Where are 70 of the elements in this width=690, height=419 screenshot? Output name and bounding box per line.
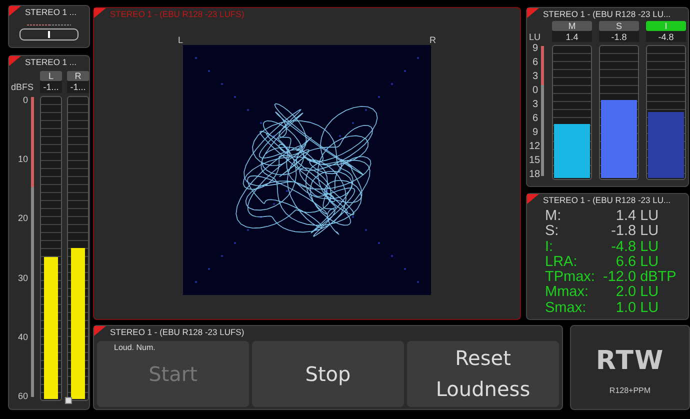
value-unit: LU (640, 209, 660, 224)
scale-label: 20 (16, 213, 28, 224)
meter-reading: -1... (67, 81, 89, 93)
mode-indicator: S (599, 21, 639, 31)
section-label: Loud. Num. (114, 343, 156, 352)
corner-flag-icon (94, 8, 106, 18)
scale-label: 18 (529, 170, 538, 180)
scale-label: 0 (22, 95, 28, 105)
value-label: S: (545, 224, 560, 240)
scale-label: 12 (529, 142, 538, 152)
meter-reading: 1.4 (552, 31, 592, 42)
channel-label: R (67, 71, 89, 81)
mode-indicator: I (646, 21, 686, 31)
panel-title: STEREO 1 - (EBU R128 -23 LUFS) (110, 8, 244, 19)
value-number: 2.0 (614, 285, 638, 301)
value-number: 6.6 (614, 254, 638, 270)
scale-label: 3 (531, 72, 538, 82)
value-unit: LU (640, 224, 660, 240)
corner-flag-icon (94, 326, 106, 336)
square-indicator-icon (65, 397, 72, 404)
value-number: -4.8 (610, 240, 638, 255)
channel-label: L (178, 35, 184, 45)
scale-label: 6 (531, 58, 538, 68)
value-label: TPmax: (545, 270, 596, 286)
control-button[interactable]: Stop (252, 341, 404, 407)
unit-label: LU (529, 31, 542, 42)
value-number: 1.4 (614, 209, 638, 224)
value-number: 1.0 (614, 300, 638, 316)
meter-reading: -1... (40, 81, 62, 93)
panel-title: STEREO 1 - (EBU R128 -23 LU... (543, 194, 671, 205)
panel-title: STEREO 1 ... (25, 6, 76, 17)
value-number: -12.0 (603, 270, 638, 286)
channel-label: L (40, 71, 62, 81)
corner-flag-icon (9, 6, 21, 16)
scale-label: 40 (16, 332, 28, 342)
scale-label: 60 (16, 390, 28, 401)
scale-label: 0 (531, 86, 538, 96)
scale-label: 9 (531, 128, 538, 138)
value-label: LRA: (545, 254, 578, 270)
scale-label: 6 (531, 114, 538, 124)
value-label: Smax: (545, 300, 588, 316)
control-button[interactable]: Reset Loudness (407, 341, 559, 407)
corner-flag-icon (527, 194, 539, 204)
scale-label: 10 (16, 154, 28, 164)
corner-flag-icon (527, 8, 539, 18)
value-unit: dBTP (640, 270, 678, 286)
panel-title: STEREO 1 - (EBU R128 -23 LUFS) (110, 326, 244, 337)
product-caption: R128+PPM (609, 386, 651, 395)
channel-label: R (430, 35, 436, 45)
value-unit: LU (640, 240, 660, 255)
scale-label: 9 (531, 44, 538, 54)
brand-logo: RTW (596, 348, 664, 374)
value-label: M: (545, 209, 562, 224)
panel-title: STEREO 1 ... (25, 56, 76, 67)
balance-meter-drawing (19, 23, 79, 41)
meter-reading: -1.8 (599, 31, 639, 42)
scale-label: 15 (529, 156, 538, 166)
value-label: Mmax: (545, 285, 590, 301)
meter-reading: -4.8 (646, 31, 686, 42)
mode-indicator: M (552, 21, 592, 31)
value-unit: LU (640, 254, 660, 270)
value-unit: LU (640, 300, 660, 316)
value-label: I: (545, 240, 554, 255)
value-unit: LU (640, 285, 660, 301)
scale-label: 30 (16, 272, 28, 283)
scale-label: 3 (531, 100, 538, 110)
value-number: -1.8 (610, 224, 638, 240)
unit-label: dBFS (11, 81, 35, 93)
panel-title: STEREO 1 - (EBU R128 -23 LU... (543, 8, 671, 19)
corner-flag-icon (9, 56, 21, 66)
